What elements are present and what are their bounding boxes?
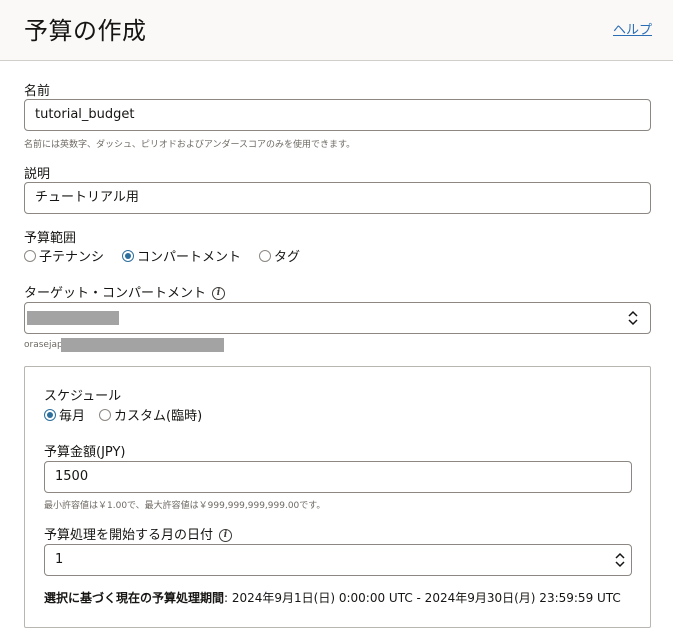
scope-radio-group: 子テナンシ コンパートメント タグ [24,246,318,265]
help-link[interactable]: ヘルプ [613,19,652,38]
target-compartment-label: ターゲット・コンパートメント [24,286,207,301]
info-icon[interactable]: i [212,287,226,300]
schedule-option-label: カスタム(臨時) [114,409,203,424]
schedule-option-custom[interactable]: カスタム(臨時) [99,405,202,424]
compartment-ocid-prefix: orasejap [24,340,63,350]
start-day-label: 予算処理を開始する月の日付 [44,528,214,543]
radio-checked-icon[interactable] [122,249,135,262]
schedule-option-monthly[interactable]: 毎月 [44,405,85,424]
description-input[interactable]: チュートリアル用 [24,182,651,214]
name-input[interactable]: tutorial_budget [24,99,651,131]
redacted-compartment-ocid [61,338,224,352]
target-compartment-label-row: ターゲット・コンパートメント i [24,282,226,301]
scope-option-tag[interactable]: タグ [259,246,300,265]
page-header: 予算の作成 ヘルプ [0,0,673,61]
amount-label: 予算金額(JPY) [44,445,126,460]
redacted-compartment-name [27,311,119,325]
description-label: 説明 [24,167,51,182]
schedule-option-label: 毎月 [59,409,86,424]
amount-input[interactable]: 1500 [44,461,632,493]
scope-option-label: 子テナンシ [39,250,105,265]
page-title: 予算の作成 [24,17,147,45]
scope-option-label: コンパートメント [137,250,242,265]
scope-option-child-tenancy[interactable]: 子テナンシ [24,246,104,265]
schedule-label: スケジュール [44,389,122,404]
name-hint: 名前には英数字、ダッシュ、ピリオドおよびアンダースコアのみを使用できます。 [24,140,356,150]
select-chevron-icon [628,310,638,326]
budget-period-value: : 2024年9月1日(日) 0:00:00 UTC - 2024年9月30日(… [224,591,621,605]
scope-option-compartment[interactable]: コンパートメント [122,246,241,265]
scope-option-label: タグ [274,250,301,265]
budget-period-label: 選択に基づく現在の予算処理期間 [44,591,225,605]
radio-unchecked-icon[interactable] [99,408,112,421]
radio-unchecked-icon[interactable] [24,249,36,262]
name-label: 名前 [24,84,51,99]
schedule-radio-group: 毎月 カスタム(臨時) [44,405,220,424]
start-day-select[interactable]: 1 [44,544,632,576]
radio-checked-icon[interactable] [44,408,56,421]
budget-period-text: 選択に基づく現在の予算処理期間: 2024年9月1日(日) 0:00:00 UT… [44,589,621,606]
select-chevron-icon [615,552,625,568]
amount-hint: 最小許容値は￥1.00で、最大許容値は￥999,999,999,999.00です… [44,501,326,511]
info-icon[interactable]: i [219,529,233,542]
radio-unchecked-icon[interactable] [259,249,272,262]
scope-label: 予算範囲 [24,231,77,246]
start-day-label-row: 予算処理を開始する月の日付 i [44,524,233,543]
